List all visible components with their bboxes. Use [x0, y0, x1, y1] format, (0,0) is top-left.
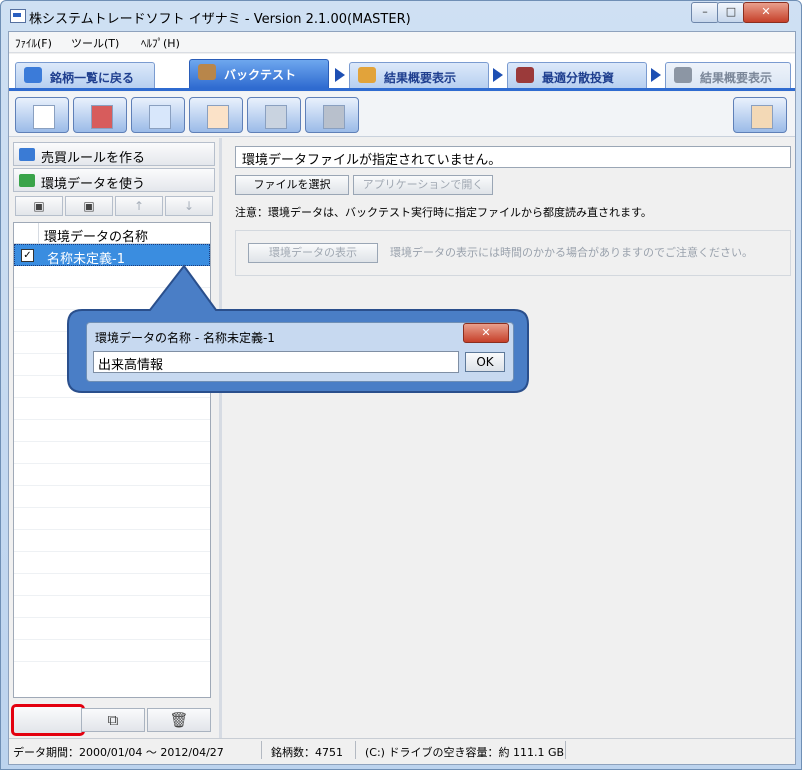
open-with-app-button[interactable]: アプリケーションで開く — [353, 175, 493, 195]
ok-button[interactable]: OK — [465, 352, 505, 372]
list-icon — [24, 67, 42, 83]
list-save-as-button[interactable]: ▣ — [65, 196, 113, 216]
tab-optimal-diversification[interactable]: 最適分散投資 — [507, 62, 647, 88]
delete-button[interactable]: 🗑 — [147, 708, 211, 732]
export-icon — [149, 105, 171, 129]
list-header: 環境データの名称 — [14, 223, 210, 245]
maximize-button[interactable]: □ — [717, 2, 745, 23]
name-dialog: 環境データの名称 - 名称未定義-1 ✕ 出来高情報 OK — [86, 322, 514, 382]
move-down-button[interactable]: ↓ — [165, 196, 213, 216]
highlight-box — [11, 704, 85, 736]
rule-icon — [19, 148, 35, 161]
tab-result-summary-2[interactable]: 結果概要表示 — [665, 62, 791, 88]
phone-icon — [751, 105, 773, 129]
list-item[interactable]: ✓ 名称未定義-1 — [14, 244, 210, 267]
list-save-button[interactable]: ▣ — [15, 196, 63, 216]
arrow-right-icon — [493, 68, 503, 82]
save-button[interactable] — [73, 97, 127, 133]
stock-count: 銘柄数：4751 — [271, 746, 343, 759]
dialog-close-button[interactable]: ✕ — [463, 323, 509, 343]
close-button[interactable]: ✕ — [743, 2, 789, 23]
minimize-button[interactable]: – — [691, 2, 719, 23]
arrow-right-icon — [651, 68, 661, 82]
note-text: 注意：環境データは、バックテスト実行時に指定ファイルから都度読み直されます。 — [235, 206, 652, 219]
tab-bar: 銘柄一覧に戻る バックテスト 結果概要表示 最適分散投資 結果概要表示 — [9, 54, 795, 91]
chart-icon — [358, 67, 376, 83]
use-environment-data-button[interactable]: 環境データを使う — [13, 168, 215, 192]
splitter[interactable] — [219, 138, 222, 738]
tab-stock-list[interactable]: 銘柄一覧に戻る — [15, 62, 155, 88]
name-input[interactable]: 出来高情報 — [93, 351, 459, 373]
arrow-right-icon — [335, 68, 345, 82]
import-icon — [207, 105, 229, 129]
menu-bar: ﾌｧｲﾙ(F) ツール(T) ﾍﾙﾌﾟ(H) — [9, 32, 795, 53]
tab-backtest[interactable]: バックテスト — [189, 59, 329, 88]
tools-button[interactable] — [305, 97, 359, 133]
right-panel: 環境データファイルが指定されていません。 ファイルを選択 アプリケーションで開く… — [225, 142, 791, 742]
bag-icon — [198, 64, 216, 80]
export-button[interactable] — [131, 97, 185, 133]
import-button[interactable] — [189, 97, 243, 133]
sprout-icon — [19, 174, 35, 187]
move-up-button[interactable]: ↑ — [115, 196, 163, 216]
support-button[interactable] — [733, 97, 787, 133]
menu-file[interactable]: ﾌｧｲﾙ(F) — [15, 35, 52, 51]
show-data-button[interactable]: 環境データの表示 — [248, 243, 378, 263]
title-bar[interactable]: 株システムトレードソフト イザナミ - Version 2.1.00(MASTE… — [1, 1, 801, 31]
main-toolbar — [9, 92, 795, 137]
list-toolbar: ▣ ▣ ↑ ↓ — [13, 196, 215, 216]
grid-icon — [516, 67, 534, 83]
new-button[interactable] — [15, 97, 69, 133]
environment-data-list: 環境データの名称 ✓ 名称未定義-1 — [13, 222, 211, 698]
list-bottom-bar: + ⧉ 🗑 — [11, 704, 211, 736]
menu-tools[interactable]: ツール(T) — [71, 35, 119, 51]
menu-help[interactable]: ﾍﾙﾌﾟ(H) — [141, 35, 180, 51]
dialog-title: 環境データの名称 - 名称未定義-1 — [95, 331, 275, 345]
disk-space: (C:) ドライブの空き容量：約 111.1 GB — [365, 746, 565, 759]
app-window: 株システムトレードソフト イザナミ - Version 2.1.00(MASTE… — [0, 0, 802, 770]
copy-button[interactable]: ⧉ — [81, 708, 145, 732]
status-bar: データ期間：2000/01/04 〜 2012/04/27 銘柄数：4751 (… — [9, 738, 795, 763]
file-status-box: 環境データファイルが指定されていません。 — [235, 146, 791, 168]
factory-icon — [674, 67, 692, 83]
window-title: 株システムトレードソフト イザナミ - Version 2.1.00(MASTE… — [29, 12, 411, 27]
tools-icon — [323, 105, 345, 129]
wand-icon — [265, 105, 287, 129]
hint-text: 環境データの表示には時間のかかる場合がありますのでご注意ください。 — [390, 246, 753, 259]
new-document-icon — [33, 105, 55, 129]
wand-button[interactable] — [247, 97, 301, 133]
save-icon — [91, 105, 113, 129]
item-checkbox[interactable]: ✓ — [21, 249, 34, 262]
select-file-button[interactable]: ファイルを選択 — [235, 175, 349, 195]
client-area: ﾌｧｲﾙ(F) ツール(T) ﾍﾙﾌﾟ(H) 銘柄一覧に戻る バックテスト 結果… — [8, 31, 796, 765]
tab-result-summary[interactable]: 結果概要表示 — [349, 62, 489, 88]
display-group: 環境データの表示 環境データの表示には時間のかかる場合がありますのでご注意くださ… — [235, 230, 791, 276]
app-icon — [10, 9, 26, 23]
data-period: データ期間：2000/01/04 〜 2012/04/27 — [13, 746, 224, 759]
make-trade-rule-button[interactable]: 売買ルールを作る — [13, 142, 215, 166]
